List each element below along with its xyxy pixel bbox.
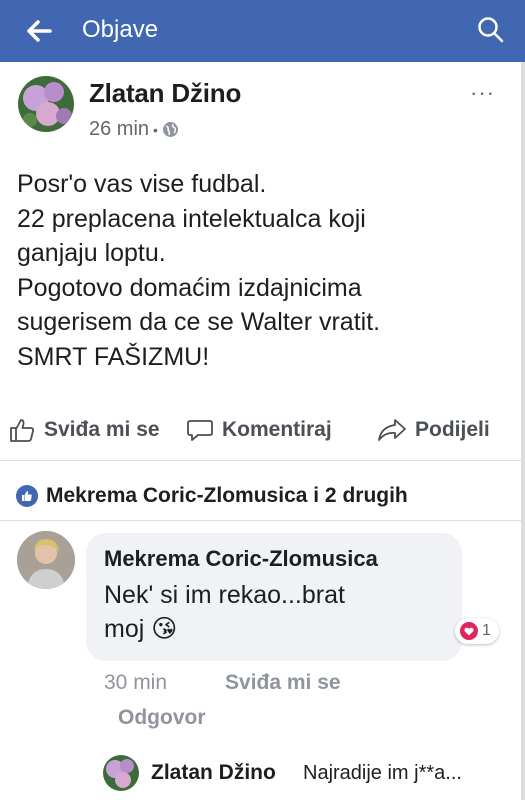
commenter-photo <box>17 531 75 589</box>
hydrangea-avatar-image <box>18 76 74 132</box>
reactions-summary[interactable]: Mekrema Coric-Zlomusica i 2 drugih <box>16 484 408 508</box>
like-button[interactable]: Sviđa mi se <box>8 416 160 444</box>
scrollbar[interactable] <box>521 62 525 800</box>
reply-author[interactable]: Zlatan Džino <box>151 761 276 785</box>
author-avatar[interactable] <box>18 76 74 132</box>
comment-like-button[interactable]: Sviđa mi se <box>225 671 341 695</box>
comment-line: Nek' si im rekao...brat <box>104 581 345 609</box>
share-label: Podijeli <box>415 418 490 441</box>
meta-separator: • <box>153 121 158 138</box>
like-icon <box>16 485 38 507</box>
reaction-count: 1 <box>482 622 491 639</box>
arrow-left-icon <box>27 20 52 42</box>
heart-icon <box>460 622 478 640</box>
comment-icon <box>187 420 213 441</box>
action-bar: Sviđa mi se Komentiraj Podijeli <box>0 408 521 452</box>
comment-author[interactable]: Mekrema Coric-Zlomusica <box>104 546 378 572</box>
thumbs-up-icon <box>10 419 34 442</box>
comment-text: Nek' si im rekao...brat moj 😘 <box>104 578 404 646</box>
app-bar: Objave <box>0 0 525 62</box>
comment-reply-button[interactable]: Odgovor <box>118 706 206 730</box>
share-icon <box>378 419 406 441</box>
post-time[interactable]: 26 min <box>89 118 149 141</box>
more-options-button[interactable]: ··· <box>470 80 495 106</box>
post-author[interactable]: Zlatan Džino <box>89 78 241 109</box>
globe-icon <box>162 122 178 137</box>
post-line: SMRT FAŠIZMU! <box>17 342 210 371</box>
post-line: Pogotovo domaćim izdajnicima <box>17 273 362 302</box>
comment-reaction-badge[interactable]: 1 <box>455 618 499 644</box>
post-line: sugerisem da ce se Walter vratit. <box>17 308 381 336</box>
post-line: Posr'o vas vise fudbal. <box>17 170 267 198</box>
reactions-text: Mekrema Coric-Zlomusica i 2 drugih <box>46 484 408 507</box>
commenter-avatar[interactable] <box>17 531 75 589</box>
post-text: Posr'o vas vise fudbal. 22 preplacena in… <box>17 167 497 374</box>
hydrangea-avatar-image <box>103 755 139 791</box>
reply-text[interactable]: Najradije im j**a... <box>303 762 462 785</box>
back-button[interactable] <box>22 14 56 48</box>
comment-label: Komentiraj <box>222 418 332 441</box>
page-title: Objave <box>82 16 159 43</box>
post-line: 22 preplacena intelektualca koji <box>17 204 366 233</box>
share-button[interactable]: Podijeli <box>377 416 490 444</box>
reply-avatar[interactable] <box>103 755 139 791</box>
post-line: ganjaju loptu. <box>17 239 166 267</box>
like-label: Sviđa mi se <box>44 418 160 441</box>
comment-time: 30 min <box>104 671 168 694</box>
kiss-emoji-icon: 😘 <box>151 615 178 643</box>
comment-line-2: moj 😘 <box>104 612 404 646</box>
comment-line-text: moj <box>104 615 145 643</box>
search-icon <box>478 17 504 43</box>
post-meta: 26 min • <box>89 118 179 141</box>
divider <box>0 520 521 521</box>
divider <box>0 460 521 461</box>
comment-button[interactable]: Komentiraj <box>186 416 332 444</box>
search-button[interactable] <box>474 13 508 47</box>
